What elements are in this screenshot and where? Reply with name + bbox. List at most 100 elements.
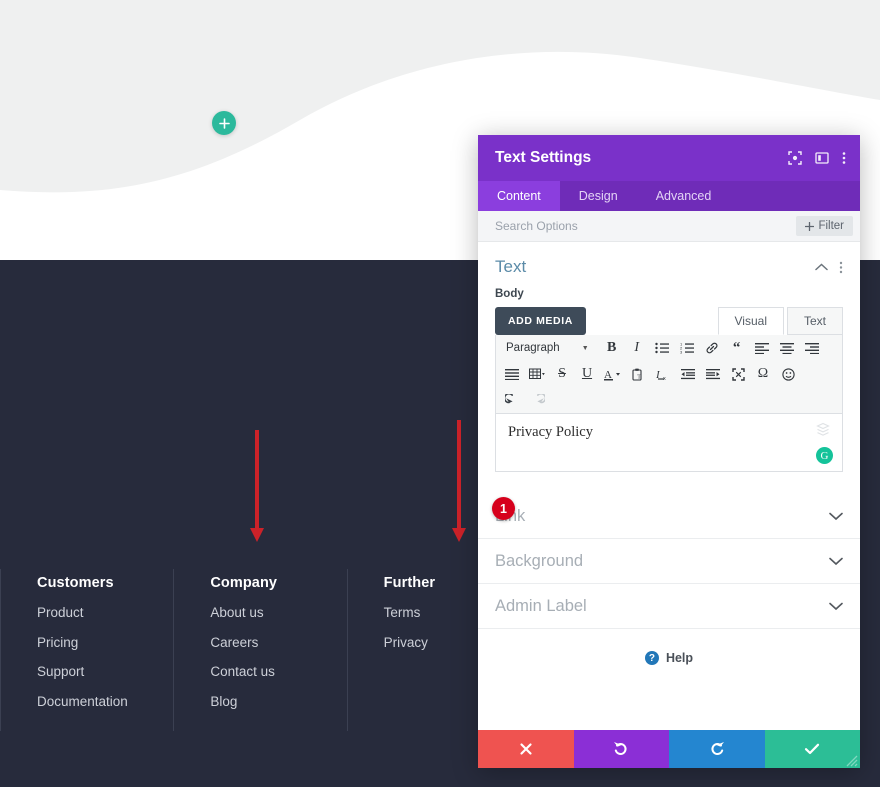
footer-link-careers[interactable]: Careers: [210, 635, 346, 650]
clear-formatting-icon[interactable]: I x: [651, 363, 675, 385]
footer-link-about-us[interactable]: About us: [210, 605, 346, 620]
toolbar-row-3: [496, 387, 842, 413]
accordion-link[interactable]: Link: [478, 494, 860, 539]
blockquote-icon[interactable]: “: [725, 337, 749, 359]
footer-link-blog[interactable]: Blog: [210, 694, 346, 709]
outdent-icon[interactable]: [676, 363, 700, 385]
modal-title: Text Settings: [495, 149, 592, 166]
focus-icon[interactable]: [788, 151, 802, 165]
emoji-icon[interactable]: [776, 363, 800, 385]
footer-heading: Company: [210, 575, 278, 591]
format-select[interactable]: Paragraph ▼: [500, 337, 595, 359]
check-icon: [805, 743, 820, 755]
chevron-down-icon: ▼: [581, 344, 589, 352]
modal-action-bar: [478, 730, 860, 768]
add-media-button[interactable]: ADD MEDIA: [495, 307, 586, 335]
accordion-admin-label[interactable]: Admin Label: [478, 584, 860, 629]
add-module-button[interactable]: [212, 111, 236, 135]
modal-body: Text Body ADD MEDIA Visual Text Paragrap…: [478, 242, 860, 730]
align-justify-icon[interactable]: [500, 363, 524, 385]
text-color-icon[interactable]: A: [600, 363, 625, 385]
search-options-bar: Filter: [478, 211, 860, 242]
underline-icon[interactable]: U: [575, 363, 599, 385]
section-title: Text: [495, 257, 527, 276]
toolbar-row-1: Paragraph ▼ B I 1 2 3 “: [496, 335, 842, 361]
tab-advanced[interactable]: Advanced: [637, 181, 731, 211]
fullscreen-icon[interactable]: [726, 363, 750, 385]
layers-icon[interactable]: [816, 422, 831, 442]
tab-visual[interactable]: Visual: [717, 307, 784, 335]
accordion-label: Link: [495, 507, 829, 526]
footer-column-customers: Customers Product Pricing Support Docume…: [0, 569, 173, 740]
editor-toolbar: Paragraph ▼ B I 1 2 3 “ S U A T I x Ω: [495, 335, 843, 414]
accordion-background[interactable]: Background: [478, 539, 860, 584]
footer-column-company: Company About us Careers Contact us Blog: [173, 569, 346, 740]
kebab-menu-icon[interactable]: [842, 151, 846, 165]
footer-link-pricing[interactable]: Pricing: [37, 635, 173, 650]
panel-layout-icon[interactable]: [815, 151, 829, 165]
align-center-icon[interactable]: [775, 337, 799, 359]
editor-content-text: Privacy Policy: [508, 424, 593, 440]
undo-icon[interactable]: [500, 389, 524, 411]
plus-icon: [805, 221, 815, 231]
filter-button[interactable]: Filter: [796, 216, 853, 236]
chevron-down-icon: [829, 512, 843, 521]
chevron-up-icon[interactable]: [815, 263, 828, 271]
footer-heading: Customers: [37, 575, 114, 591]
redo-icon: [711, 742, 724, 755]
tab-content[interactable]: Content: [478, 181, 560, 211]
link-icon[interactable]: [700, 337, 724, 359]
text-section-header: Text: [478, 242, 860, 277]
search-input[interactable]: [495, 219, 797, 233]
table-icon[interactable]: [525, 363, 549, 385]
resize-handle-icon[interactable]: [844, 753, 858, 767]
footer-link-support[interactable]: Support: [37, 664, 173, 679]
footer-link-product[interactable]: Product: [37, 605, 173, 620]
filter-label: Filter: [818, 220, 844, 232]
accordion-label: Admin Label: [495, 596, 587, 615]
site-footer: Customers Product Pricing Support Docume…: [0, 569, 520, 740]
plus-icon: [218, 117, 230, 129]
undo-icon: [614, 742, 627, 755]
strikethrough-icon[interactable]: S: [550, 363, 574, 385]
accordion-label: Background: [495, 551, 584, 570]
close-icon: [520, 743, 532, 755]
cancel-button[interactable]: [478, 730, 574, 768]
paste-as-text-icon[interactable]: T: [626, 363, 650, 385]
chevron-down-icon: [829, 557, 843, 566]
special-character-icon[interactable]: Ω: [751, 363, 775, 385]
align-left-icon[interactable]: [750, 337, 774, 359]
editor-content-area[interactable]: Privacy Policy G: [495, 414, 843, 472]
annotation-arrow-left: [250, 430, 264, 542]
footer-link-contact-us[interactable]: Contact us: [210, 664, 346, 679]
tab-text[interactable]: Text: [786, 307, 843, 335]
modal-header: Text Settings: [478, 135, 860, 181]
toolbar-row-2: S U A T I x Ω: [496, 361, 842, 387]
italic-icon[interactable]: I: [625, 337, 649, 359]
svg-text:x: x: [663, 376, 666, 381]
editor-top-row: ADD MEDIA Visual Text: [495, 307, 843, 335]
help-link[interactable]: ? Help: [478, 629, 860, 665]
redo-icon[interactable]: [525, 389, 549, 411]
text-settings-modal: Text Settings Content Design Advanced Se…: [478, 135, 860, 768]
redo-button[interactable]: [669, 730, 765, 768]
kebab-menu-icon[interactable]: [839, 261, 843, 274]
align-right-icon[interactable]: [800, 337, 824, 359]
undo-button[interactable]: [573, 730, 669, 768]
footer-link-documentation[interactable]: Documentation: [37, 694, 173, 709]
help-label: Help: [665, 651, 694, 665]
tab-design[interactable]: Design: [560, 181, 637, 211]
svg-text:T: T: [637, 374, 641, 380]
numbered-list-icon[interactable]: 1 2 3: [675, 337, 699, 359]
editor-mode-tabs: Visual Text: [717, 307, 843, 335]
chevron-down-icon: [829, 602, 843, 611]
bold-icon[interactable]: B: [600, 337, 624, 359]
format-select-value: Paragraph: [506, 342, 560, 354]
step-badge-1: 1: [492, 497, 515, 520]
bulleted-list-icon[interactable]: [650, 337, 674, 359]
page-canvas: Customers Product Pricing Support Docume…: [0, 0, 880, 787]
grammarly-badge[interactable]: G: [816, 447, 833, 464]
svg-text:3: 3: [680, 350, 683, 354]
annotation-arrow-right: [452, 420, 466, 542]
indent-icon[interactable]: [701, 363, 725, 385]
